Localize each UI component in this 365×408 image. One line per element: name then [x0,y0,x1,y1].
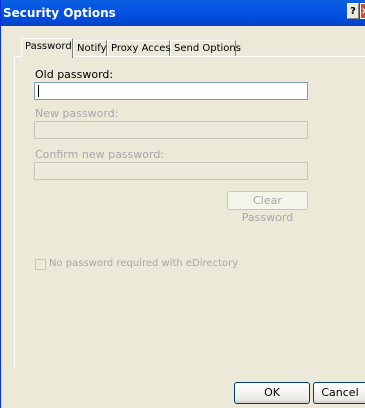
no-password-checkbox[interactable] [35,259,46,270]
confirm-password-label: Confirm new password: [35,148,165,161]
old-password-field[interactable] [34,82,308,100]
tab-send-options[interactable]: Send Options [170,40,241,57]
text-caret [38,85,39,97]
old-password-label: Old password: [35,68,114,81]
new-password-label: New password: [35,107,119,120]
title-bar[interactable]: Security Options [1,0,365,26]
tab-notify[interactable]: Notify [73,40,107,57]
tab-password[interactable]: Password [21,38,73,58]
window-title: Security Options [3,6,116,20]
clear-password-button[interactable]: Clear Password [227,191,308,224]
help-button[interactable]: ? [347,3,359,19]
close-button[interactable]: × [360,3,365,19]
confirm-password-field[interactable] [34,162,308,180]
cancel-button[interactable]: Cancel [313,382,365,404]
no-password-checkbox-label: No password required with eDirectory [49,258,239,269]
ok-button[interactable]: OK [234,382,310,404]
tab-proxy-access[interactable]: Proxy Access [107,40,176,57]
new-password-field[interactable] [34,121,308,139]
password-tab-panel [14,56,365,368]
security-options-dialog: Security Options ? × Password Notify Pro… [0,0,365,408]
